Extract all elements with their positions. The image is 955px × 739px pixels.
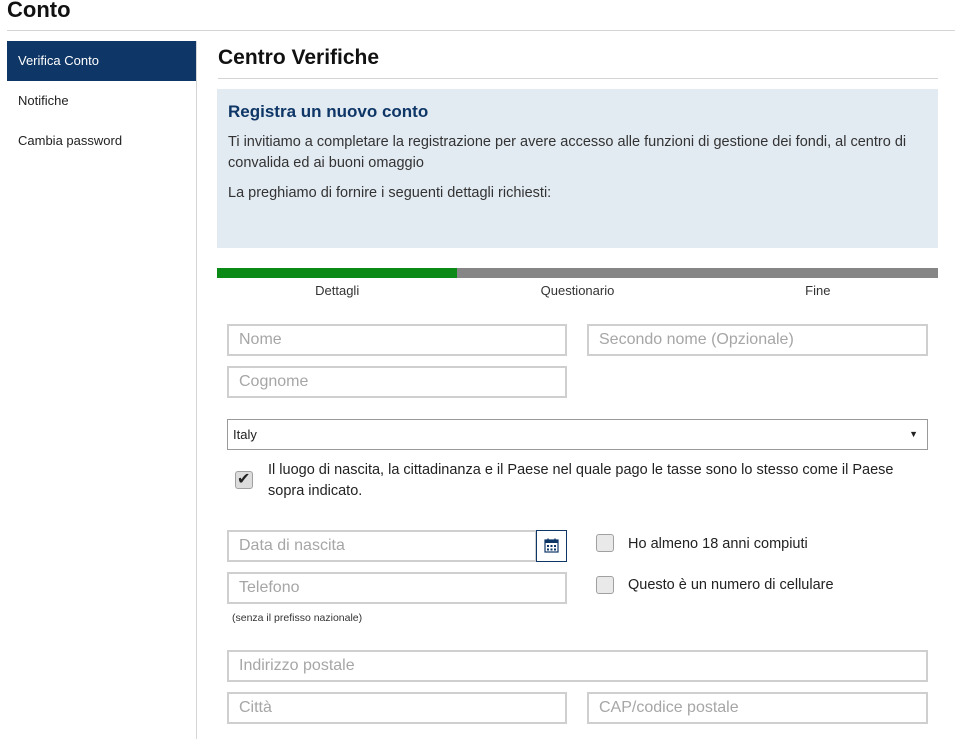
header-divider <box>7 30 955 31</box>
birthdate-input[interactable] <box>227 530 537 562</box>
checkmark-icon: ✔ <box>237 471 251 488</box>
progress-completed <box>217 268 458 278</box>
step-label-fine: Fine <box>805 283 831 298</box>
same-country-label: Il luogo di nascita, la cittadinanza e i… <box>268 462 894 499</box>
sidebar: Verifica Conto Notifiche Cambia password <box>7 41 196 161</box>
phone-hint: (senza il prefisso nazionale) <box>232 612 363 624</box>
phone-input[interactable] <box>227 572 567 604</box>
calendar-button[interactable] <box>536 530 567 562</box>
progress-steps: Dettagli Questionario Fine <box>217 283 938 298</box>
page-title: Conto <box>7 0 71 22</box>
country-select[interactable]: Italy ▼ <box>227 419 928 450</box>
mobile-label: Questo è un numero di cellulare <box>628 577 834 593</box>
step-label-questionario: Questionario <box>540 283 615 298</box>
same-country-checkbox[interactable]: ✔ <box>235 471 253 489</box>
progress-bar <box>217 268 938 278</box>
caret-down-icon: ▼ <box>909 429 918 439</box>
adult-checkbox[interactable] <box>596 534 614 552</box>
sidebar-item-verifica-conto[interactable]: Verifica Conto <box>7 41 196 81</box>
country-select-value: Italy <box>233 427 257 442</box>
info-text: Ti invitiamo a completare la registrazio… <box>228 134 907 171</box>
city-input[interactable] <box>227 692 567 724</box>
info-title: Registra un nuovo conto <box>228 102 429 121</box>
postal-code-input[interactable] <box>587 692 928 724</box>
calendar-icon <box>544 538 559 553</box>
section-divider <box>218 78 938 79</box>
section-title: Centro Verifiche <box>218 46 380 69</box>
adult-label: Ho almeno 18 anni compiuti <box>628 536 808 552</box>
sidebar-divider <box>196 41 197 739</box>
sidebar-item-cambia-password[interactable]: Cambia password <box>7 121 196 161</box>
progress-remaining <box>457 268 938 278</box>
first-name-input[interactable] <box>227 324 567 356</box>
middle-name-input[interactable] <box>587 324 928 356</box>
address-input[interactable] <box>227 650 928 682</box>
sidebar-item-notifiche[interactable]: Notifiche <box>7 81 196 121</box>
step-label-dettagli: Dettagli <box>315 283 360 298</box>
info-box: Registra un nuovo conto Ti invitiamo a c… <box>217 89 938 248</box>
mobile-checkbox[interactable] <box>596 576 614 594</box>
info-instructions: La preghiamo di fornire i seguenti detta… <box>228 185 552 201</box>
last-name-input[interactable] <box>227 366 567 398</box>
